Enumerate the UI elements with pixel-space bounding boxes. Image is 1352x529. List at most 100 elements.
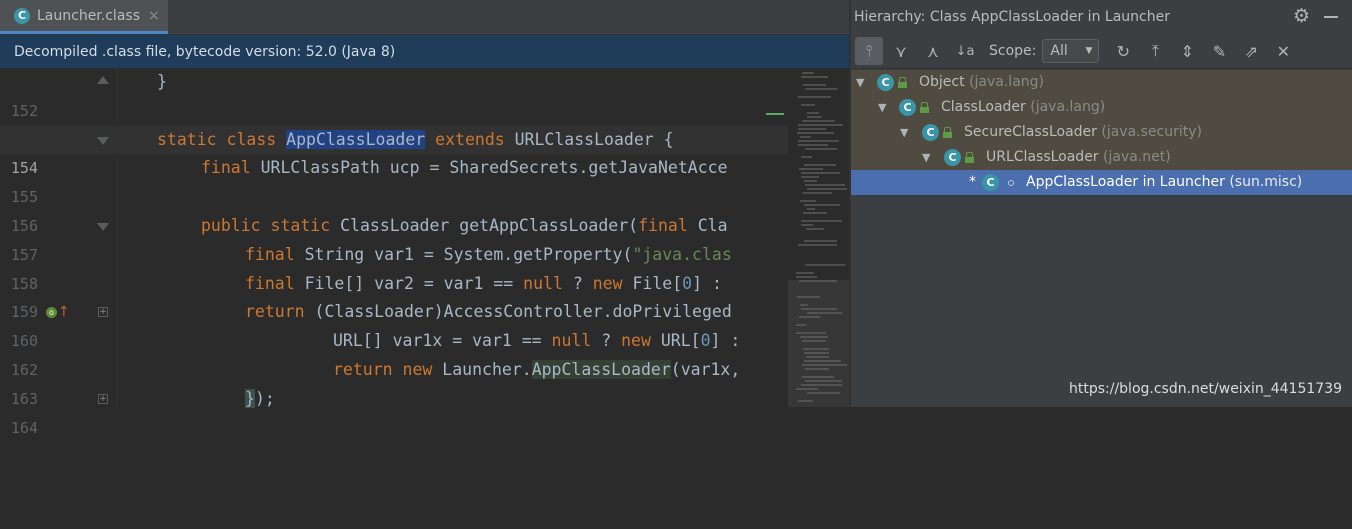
minimap-row (802, 376, 834, 378)
close-icon[interactable]: ✕ (1269, 37, 1297, 65)
minimap-row (803, 192, 832, 194)
code-line[interactable]: 159 final File[] var2 = var1 == null ? n… (0, 270, 850, 322)
tree-node-object[interactable]: ▼ C Object (java.lang) (851, 70, 1352, 95)
code-text: final URLClassPath ucp = SharedSecrets.g… (201, 154, 728, 183)
minimap-row (802, 120, 835, 122)
sort-alpha-icon[interactable]: ↓a (951, 37, 979, 65)
code-mid: String var1 = System.getProperty( (304, 244, 633, 264)
tree-node-label: AppClassLoader in Launcher (sun.misc) (1026, 170, 1302, 195)
tree-node-label: URLClassLoader (java.net) (986, 145, 1171, 170)
export-icon[interactable]: ⤒ (1141, 37, 1169, 65)
code-text: return new Launcher.AppClassLoader(var1x… (333, 356, 740, 385)
line-number: 164 (10, 418, 38, 437)
chevron-down-icon: ▼ (1085, 46, 1093, 56)
class-name: URLClassLoader (986, 149, 1099, 165)
minimap-row (798, 124, 843, 126)
code-rest: ); (254, 388, 275, 408)
code-line[interactable]: 162 URL[] var1x = var1 == null ? new URL… (0, 327, 850, 379)
minimap-row (796, 272, 814, 274)
tree-node-appclassloader[interactable]: * C AppClassLoader in Launcher (sun.misc… (851, 170, 1352, 195)
close-icon[interactable]: × (148, 8, 160, 24)
lock-icon (898, 77, 907, 88)
package-name: (java.lang) (1030, 99, 1106, 115)
package-name: (java.security) (1101, 124, 1202, 140)
minimap-row (801, 220, 842, 222)
code-area[interactable]: 152 } 153 154 static class AppClassLoade… (0, 68, 850, 437)
expand-arrow-icon[interactable]: ▼ (922, 145, 930, 170)
expand-arrow-icon[interactable]: ▼ (878, 95, 886, 120)
minimap-row (798, 400, 813, 402)
class-name: SecureClassLoader (964, 124, 1097, 140)
code-text: final String var1 = System.getProperty("… (245, 241, 732, 270)
subtypes-icon[interactable]: ⋏ (919, 37, 947, 65)
code-rest: ] : (710, 331, 741, 351)
usage-highlight: AppClassLoader (531, 359, 671, 379)
minimap-row (801, 156, 812, 158)
class-icon: C (877, 74, 894, 91)
code-line-current[interactable]: 154 static class AppClassLoader extends … (0, 125, 850, 177)
minimap-row (807, 112, 819, 114)
minimap-row (800, 136, 811, 138)
pin-icon[interactable]: ✎ (1205, 37, 1233, 65)
fold-expand-icon[interactable]: + (98, 307, 108, 318)
keyword: null (551, 331, 592, 351)
tree-node-secureclassloader[interactable]: ▼ C SecureClassLoader (java.security) (851, 120, 1352, 145)
editor-pane: C Launcher.class × Decompiled .class fil… (0, 0, 850, 437)
expand-arrow-icon[interactable]: ▼ (900, 120, 908, 145)
override-marker[interactable]: o ↑ (46, 305, 70, 319)
tree-node-classloader[interactable]: ▼ C ClassLoader (java.lang) (851, 95, 1352, 120)
code-text: } (157, 72, 167, 91)
expand-arrow-icon[interactable]: ▼ (856, 70, 864, 95)
supertypes-icon[interactable]: ⋎ (887, 37, 915, 65)
code-line[interactable]: 152 } (0, 68, 850, 120)
fold-expand-icon[interactable]: + (98, 393, 108, 404)
code-line[interactable]: 157 public static ClassLoader getAppClas… (0, 212, 850, 264)
minimap-row (799, 280, 837, 282)
class-hierarchy-icon[interactable]: ⫯ (855, 37, 883, 65)
fold-end-icon[interactable] (97, 76, 109, 84)
scope-select[interactable]: All ▼ (1042, 39, 1100, 63)
minimap-row (807, 208, 815, 210)
fold-start-icon[interactable] (97, 136, 109, 145)
minimap-row (801, 308, 837, 310)
minimap-row (798, 140, 839, 142)
code-line[interactable]: 164 + }); (0, 385, 850, 437)
code-line[interactable]: 160 o ↑ + return (ClassLoader)AccessContr… (0, 298, 850, 350)
minimap-row (805, 148, 837, 150)
code-line[interactable]: 158 final String var1 = System.getProper… (0, 241, 850, 293)
package-name: (java.net) (1103, 149, 1171, 165)
minimize-icon[interactable] (1324, 16, 1338, 18)
expand-all-icon[interactable]: ⇕ (1173, 37, 1201, 65)
tab-launcher-class[interactable]: C Launcher.class × (0, 0, 168, 34)
minimap-row (798, 144, 828, 146)
code-line[interactable]: 163 return new Launcher.AppClassLoader(v… (0, 356, 850, 408)
class-icon: C (944, 149, 961, 166)
code-text: return (ClassLoader)AccessController.doP… (245, 298, 732, 327)
code-line[interactable]: 155 final URLClassPath ucp = SharedSecre… (0, 154, 850, 206)
keyword: extends (425, 129, 515, 149)
tree-node-label: SecureClassLoader (java.security) (964, 120, 1202, 145)
tree-node-urlclassloader[interactable]: ▼ C URLClassLoader (java.net) (851, 145, 1352, 170)
gear-icon[interactable]: ⚙ (1293, 6, 1310, 26)
refresh-icon[interactable]: ↻ (1109, 37, 1137, 65)
code-line[interactable]: 153 (0, 97, 850, 149)
current-marker: * (969, 174, 976, 190)
change-marker (766, 113, 784, 115)
fold-start-icon[interactable] (97, 222, 109, 231)
code-minimap[interactable] (766, 68, 850, 407)
open-in-window-icon[interactable]: ⇗ (1237, 37, 1265, 65)
keyword: return new (333, 359, 443, 379)
tab-label: Launcher.class (37, 7, 140, 24)
matched-brace: } (245, 388, 255, 408)
number-literal: 0 (682, 273, 693, 293)
minimap-row (802, 340, 826, 342)
code-mid: ? (562, 273, 593, 293)
minimap-row (798, 244, 837, 246)
code-mid: Launcher. (442, 359, 532, 379)
code-line[interactable]: 156 (0, 183, 850, 235)
keyword: new (621, 331, 661, 351)
minimap-row (801, 76, 828, 78)
minimap-row (805, 184, 845, 186)
class-name: ClassLoader (941, 99, 1026, 115)
minimap-row (803, 84, 826, 86)
